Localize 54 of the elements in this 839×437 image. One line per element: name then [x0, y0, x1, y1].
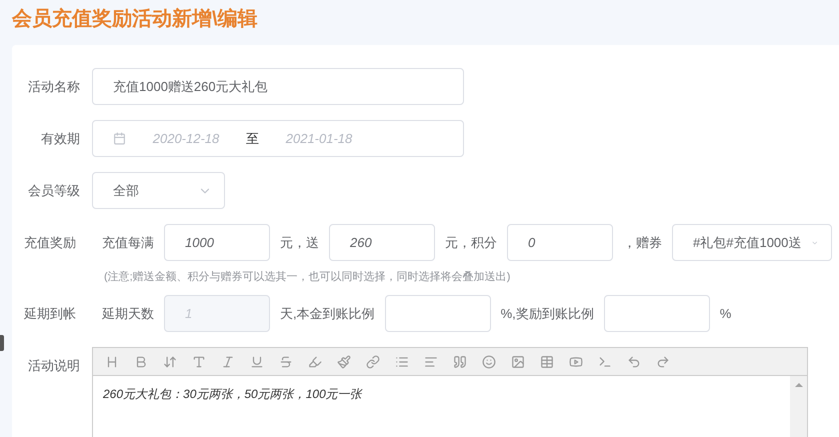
quote-icon[interactable] — [453, 354, 467, 368]
name-field[interactable]: 充值1000赠送260元大礼包 — [92, 68, 464, 105]
align-left-icon[interactable] — [424, 354, 438, 368]
calendar-icon — [113, 132, 126, 145]
level-select[interactable]: 全部 — [92, 172, 225, 209]
form-label: 活动说明 — [27, 357, 80, 375]
field-label: % — [720, 306, 732, 321]
image-icon[interactable] — [511, 354, 525, 368]
video-icon[interactable] — [569, 354, 583, 368]
coupon-select[interactable]: #礼包#充值1000送 — [672, 224, 832, 261]
link-icon[interactable] — [366, 354, 380, 368]
start-date: 2020-12-18 — [152, 131, 220, 146]
form-label: 活动名称 — [27, 78, 80, 96]
form-label: 有效期 — [40, 130, 80, 148]
form-label: 充值奖励 — [23, 234, 77, 252]
table-icon[interactable] — [540, 354, 554, 368]
form-label: 会员等级 — [27, 182, 80, 200]
number-field[interactable]: 1000 — [164, 224, 270, 261]
number-field[interactable] — [384, 295, 491, 332]
editor-content: 260元大礼包：30元两张，50元两张，100元一张 — [102, 386, 364, 403]
field-label: 元，积分 — [445, 234, 497, 252]
code-icon[interactable] — [598, 354, 612, 368]
number-field[interactable]: 260 — [329, 224, 435, 261]
end-date: 2021-01-18 — [284, 131, 354, 146]
number-field[interactable]: 0 — [507, 224, 613, 261]
smile-icon[interactable] — [482, 354, 496, 368]
bold-icon[interactable] — [134, 354, 148, 368]
text-size-icon[interactable] — [163, 354, 177, 368]
font-icon[interactable] — [192, 354, 206, 368]
strikethrough-icon[interactable] — [279, 354, 293, 368]
italic-icon[interactable] — [221, 354, 235, 368]
rich-text-editor[interactable]: 260元大礼包：30元两张，50元两张，100元一张 — [92, 347, 808, 437]
underline-icon[interactable] — [250, 354, 264, 368]
redo-icon[interactable] — [656, 354, 670, 368]
number-field[interactable] — [604, 295, 710, 332]
paintbrush-icon[interactable] — [337, 354, 351, 368]
list-icon[interactable] — [395, 354, 409, 368]
form-label: 延期到帐 — [23, 304, 77, 322]
field-label: ，赠券 — [623, 234, 662, 252]
undo-icon[interactable] — [627, 354, 641, 368]
scroll-up-icon[interactable] — [794, 383, 802, 387]
field-label: 延期天数 — [102, 304, 154, 322]
scrollbar[interactable] — [790, 376, 807, 437]
date-range-field[interactable]: 2020-12-18 至 2021-01-18 — [92, 120, 464, 157]
field-label: %,奖励到账比例 — [500, 304, 594, 322]
field-label: 天,本金到账比例 — [280, 304, 375, 322]
page-title: 会员充值奖励活动新增\编辑 — [12, 6, 259, 32]
side-handle[interactable] — [0, 335, 4, 351]
field-label: 充值每满 — [102, 234, 154, 252]
range-separator: 至 — [246, 130, 259, 148]
highlighter-icon[interactable] — [308, 354, 322, 368]
heading-icon[interactable] — [105, 354, 119, 368]
field-label: 元，送 — [280, 234, 319, 252]
hint-text: (注意;赠送金额、积分与赠券可以选其一，也可以同时选择，同时选择将会叠加送出) — [104, 270, 512, 284]
